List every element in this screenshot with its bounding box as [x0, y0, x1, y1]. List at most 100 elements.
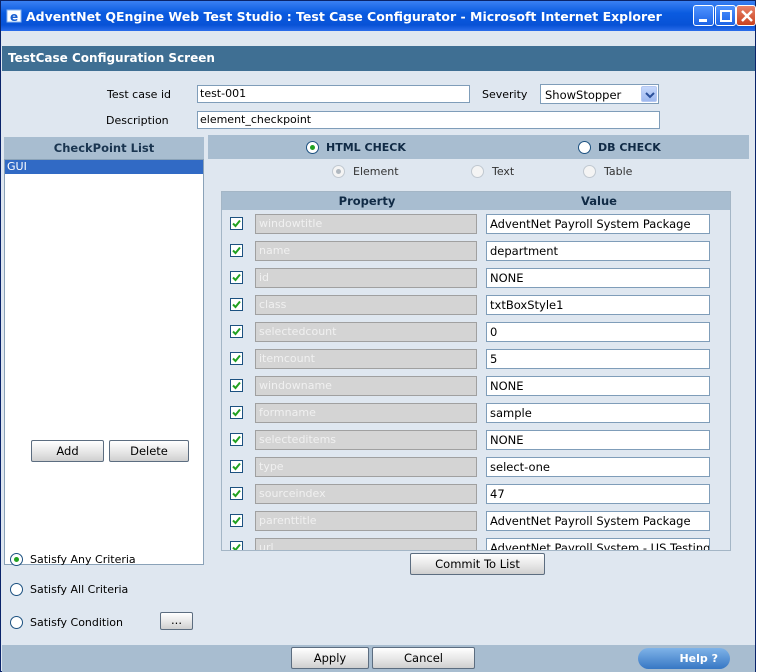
property-name-field: parenttitle — [255, 511, 477, 531]
checkmark-icon — [232, 543, 241, 550]
html-check-radio[interactable] — [306, 141, 319, 154]
table-row: parenttitle AdventNet Payroll System Pack… — [222, 507, 730, 534]
property-grid: Property Value windowtitle AdventNet Payr… — [221, 191, 731, 551]
property-value-field[interactable]: 47 — [486, 484, 710, 504]
delete-checkpoint-button[interactable]: Delete — [109, 440, 189, 462]
chevron-down-icon[interactable] — [641, 86, 657, 102]
testcase-id-field[interactable]: test-001 — [197, 85, 470, 103]
screen-heading-band: TestCase Configuration Screen — [2, 46, 755, 71]
property-value-field[interactable]: 0 — [486, 322, 710, 342]
table-row: selecteditems NONE — [222, 426, 730, 453]
maximize-button[interactable] — [715, 5, 736, 26]
close-button[interactable] — [736, 5, 756, 26]
check-subtype-row: Element Text Table — [208, 159, 749, 183]
table-row: sourceindex 47 — [222, 480, 730, 507]
checkpoint-panel: CheckPoint List GUI Add Delete Satisfy A… — [2, 135, 207, 645]
checkmark-icon — [232, 462, 241, 471]
property-name-field: type — [255, 457, 477, 477]
checkmark-icon — [232, 435, 241, 444]
property-name-field: selecteditems — [255, 430, 477, 450]
row-checkbox[interactable] — [230, 514, 243, 527]
row-checkbox[interactable] — [230, 541, 243, 550]
edit-condition-button[interactable]: ... — [160, 612, 193, 630]
row-checkbox[interactable] — [230, 433, 243, 446]
check-config-panel: HTML CHECK DB CHECK Element Text Table P… — [208, 135, 749, 645]
property-value-field[interactable]: 5 — [486, 349, 710, 369]
property-value-field[interactable]: txtBoxStyle1 — [486, 295, 710, 315]
row-checkbox[interactable] — [230, 271, 243, 284]
close-icon — [741, 10, 753, 22]
footer-bar: Apply Cancel Help ? — [2, 645, 755, 672]
testcase-id-label: Test case id — [107, 88, 171, 101]
row-checkbox[interactable] — [230, 352, 243, 365]
check-type-bar: HTML CHECK DB CHECK — [208, 135, 749, 159]
table-row: url AdventNet Payroll System - US Testing — [222, 534, 730, 550]
property-value-field[interactable]: AdventNet Payroll System - US Testing — [486, 538, 710, 550]
satisfy-condition-radio[interactable] — [10, 616, 23, 629]
browser-window: e AdventNet QEngine Web Test Studio : Te… — [0, 0, 756, 672]
cancel-button[interactable]: Cancel — [372, 647, 475, 669]
svg-text:e: e — [10, 10, 18, 24]
property-value-field[interactable]: NONE — [486, 430, 710, 450]
row-checkbox[interactable] — [230, 244, 243, 257]
table-row: windowtitle AdventNet Payroll System Pack… — [222, 210, 730, 237]
checkmark-icon — [232, 516, 241, 525]
property-name-field: id — [255, 268, 477, 288]
property-name-field: name — [255, 241, 477, 261]
checkpoint-list-item[interactable]: GUI — [5, 160, 203, 174]
property-value-field[interactable]: AdventNet Payroll System Package — [486, 214, 710, 234]
satisfy-all-label: Satisfy All Criteria — [30, 583, 129, 596]
apply-button[interactable]: Apply — [291, 647, 369, 669]
checkmark-icon — [232, 246, 241, 255]
element-radio[interactable] — [332, 165, 345, 178]
property-name-field: class — [255, 295, 477, 315]
satisfy-any-label: Satisfy Any Criteria — [30, 553, 136, 566]
text-label: Text — [492, 165, 515, 178]
severity-selected-value: ShowStopper — [545, 88, 622, 102]
property-value-field[interactable]: NONE — [486, 376, 710, 396]
text-radio[interactable] — [471, 165, 484, 178]
checkmark-icon — [232, 408, 241, 417]
property-name-field: selectedcount — [255, 322, 477, 342]
table-row: type select-one — [222, 453, 730, 480]
checkpoint-list-heading: CheckPoint List — [4, 137, 204, 159]
severity-select[interactable]: ShowStopper — [540, 84, 659, 104]
row-checkbox[interactable] — [230, 487, 243, 500]
title-bar: e AdventNet QEngine Web Test Studio : Te… — [1, 1, 756, 31]
table-row: itemcount 5 — [222, 345, 730, 372]
screen-heading: TestCase Configuration Screen — [8, 51, 215, 65]
html-check-label: HTML CHECK — [326, 141, 406, 154]
satisfy-all-radio[interactable] — [10, 583, 23, 596]
severity-label: Severity — [482, 88, 528, 101]
commit-to-list-button[interactable]: Commit To List — [410, 553, 545, 575]
minimize-button[interactable] — [693, 5, 714, 26]
table-label: Table — [604, 165, 633, 178]
checkmark-icon — [232, 300, 241, 309]
property-value-field[interactable]: select-one — [486, 457, 710, 477]
property-value-field[interactable]: sample — [486, 403, 710, 423]
satisfy-any-radio[interactable] — [10, 553, 23, 566]
property-name-field: sourceindex — [255, 484, 477, 504]
row-checkbox[interactable] — [230, 217, 243, 230]
property-value-field[interactable]: department — [486, 241, 710, 261]
description-field[interactable]: element_checkpoint — [197, 111, 660, 129]
db-check-radio[interactable] — [578, 141, 591, 154]
checkmark-icon — [232, 354, 241, 363]
row-checkbox[interactable] — [230, 406, 243, 419]
property-name-field: itemcount — [255, 349, 477, 369]
row-checkbox[interactable] — [230, 379, 243, 392]
internet-explorer-icon: e — [6, 9, 22, 24]
property-name-field: windowname — [255, 376, 477, 396]
row-checkbox[interactable] — [230, 460, 243, 473]
table-radio[interactable] — [583, 165, 596, 178]
property-value-field[interactable]: AdventNet Payroll System Package — [486, 511, 710, 531]
checkpoint-list[interactable]: GUI — [4, 159, 204, 565]
help-button[interactable]: Help ? — [638, 648, 730, 669]
row-checkbox[interactable] — [230, 325, 243, 338]
row-checkbox[interactable] — [230, 298, 243, 311]
add-checkpoint-button[interactable]: Add — [31, 440, 104, 462]
property-value-field[interactable]: NONE — [486, 268, 710, 288]
table-row: id NONE — [222, 264, 730, 291]
description-label: Description — [106, 114, 169, 127]
checkmark-icon — [232, 381, 241, 390]
